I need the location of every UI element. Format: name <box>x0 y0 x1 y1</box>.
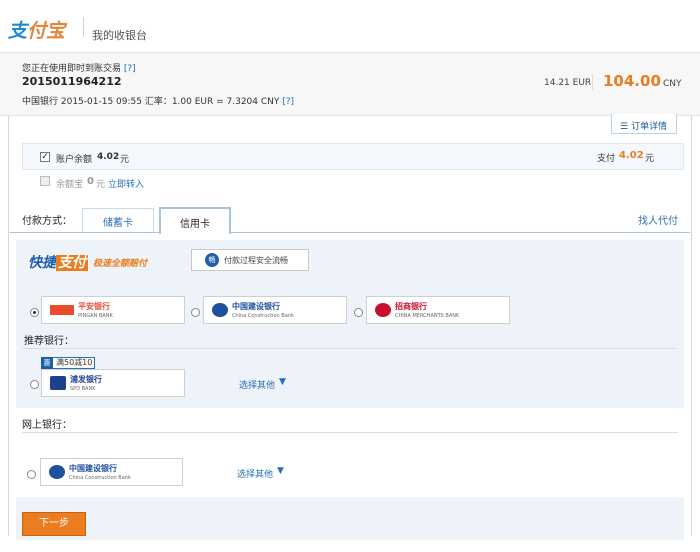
balance-value: 4.02 <box>97 152 120 162</box>
radio-spdb-bank[interactable] <box>30 380 39 389</box>
amount-cny: 104.00 <box>603 72 661 90</box>
order-detail-label: 订单详情 <box>631 122 668 132</box>
bank-en-name: SPD BANK <box>70 386 96 392</box>
more-express-banks-link[interactable]: 选择其他 <box>239 378 275 391</box>
transaction-help-link[interactable]: [?] <box>124 64 136 74</box>
exchange-help-link[interactable]: [?] <box>282 97 294 107</box>
yuebao-checkbox <box>40 176 50 186</box>
bank-en-name: China Construction Bank <box>232 313 294 319</box>
pingan-logo-icon <box>50 305 74 315</box>
payment-method-label: 付款方式： <box>22 216 72 227</box>
bank-en-name: China Construction Bank <box>69 475 131 481</box>
list-icon: ☰ <box>620 122 629 132</box>
alipay-logo[interactable]: 支付宝 <box>8 16 65 42</box>
chevron-down-icon[interactable]: ▼ <box>277 466 284 476</box>
express-pay-logo: 快捷 支付 <box>28 252 88 272</box>
spdb-logo-icon <box>50 376 66 390</box>
bank-en-name: PINGAN BANK <box>78 313 113 319</box>
bank-card-pingan[interactable]: 平安银行 PINGAN BANK <box>41 296 185 324</box>
tab-debit-card[interactable]: 储蓄卡 <box>82 208 154 232</box>
pay-value: 4.02 <box>619 150 644 161</box>
balance-checkbox[interactable]: ✓ <box>40 152 50 162</box>
express-logo-a: 快捷 <box>28 255 56 271</box>
yuebao-value: 0 <box>87 176 94 187</box>
radio-ccb-bank[interactable] <box>191 308 200 317</box>
pay-label: 支付 <box>597 154 616 164</box>
transaction-type-text: 您正在使用即时到账交易 <box>22 64 122 74</box>
logo-part-a: 支 <box>8 20 28 42</box>
online-bank-card-ccb[interactable]: 中国建设银行 China Construction Bank <box>40 458 183 486</box>
bank-card-spdb[interactable]: 浦发银行 SPD BANK <box>41 369 185 397</box>
yuebao-transfer-link[interactable]: 立即转入 <box>108 177 144 190</box>
bank-name: 平安银行 <box>78 302 110 311</box>
promo-icon: 惠 <box>41 357 53 369</box>
balance-unit: 元 <box>120 155 130 165</box>
order-number: 2015011964212 <box>22 75 122 88</box>
page-title: 我的收银台 <box>92 29 147 42</box>
more-online-banks-link[interactable]: 选择其他 <box>237 467 273 480</box>
tab-credit-card[interactable]: 信用卡 <box>159 207 231 234</box>
yuebao-unit: 元 <box>96 180 106 190</box>
online-banking-label: 网上银行： <box>22 420 72 431</box>
logo-part-b: 付宝 <box>27 20 66 42</box>
online-divider <box>22 432 678 433</box>
recommended-banks-label: 推荐银行： <box>24 336 74 347</box>
safety-icon: 畅 <box>205 253 219 267</box>
bank-card-cmb[interactable]: 招商银行 CHINA MERCHANTS BANK <box>366 296 510 324</box>
transaction-type: 您正在使用即时到账交易 [?] <box>22 61 136 74</box>
cmb-logo-icon <box>375 303 391 317</box>
express-logo-b: 支付 <box>56 255 88 271</box>
tab-underline <box>10 232 690 233</box>
chevron-down-icon[interactable]: ▼ <box>279 377 286 387</box>
order-meta-text: 中国银行 2015-01-15 09:55 汇率：1.00 EUR = 7.32… <box>22 97 280 107</box>
bank-name: 中国建设银行 <box>69 464 117 473</box>
bank-name: 招商银行 <box>395 302 427 311</box>
amount-cny-unit: CNY <box>663 79 682 89</box>
header-divider <box>83 17 84 37</box>
ccb-logo-icon <box>212 303 228 317</box>
order-meta: 中国银行 2015-01-15 09:55 汇率：1.00 EUR = 7.32… <box>22 94 294 107</box>
next-step-button[interactable]: 下一步 <box>22 512 86 536</box>
next-step-area <box>16 497 684 540</box>
bank-name: 浦发银行 <box>70 375 102 384</box>
radio-cmb-bank[interactable] <box>354 308 363 317</box>
radio-pingan-bank[interactable] <box>30 308 39 317</box>
balance-label: 账户余额 <box>56 155 93 165</box>
amount-divider <box>592 74 593 90</box>
recommended-divider <box>22 348 678 349</box>
bank-name: 中国建设银行 <box>232 302 280 311</box>
yuebao-label: 余额宝 <box>56 180 84 190</box>
ccb-logo-icon <box>49 465 65 479</box>
radio-online-ccb[interactable] <box>27 470 36 479</box>
pay-unit: 元 <box>645 154 655 164</box>
amount-eur: 14.21 EUR <box>544 78 592 88</box>
find-payer-link[interactable]: 找人代付 <box>638 212 678 227</box>
order-detail-button[interactable]: ☰ 订单详情 <box>611 114 677 134</box>
bank-card-ccb[interactable]: 中国建设银行 China Construction Bank <box>203 296 347 324</box>
express-pay-slogan: 极速全额赔付 <box>93 259 148 269</box>
bank-en-name: CHINA MERCHANTS BANK <box>395 313 460 319</box>
